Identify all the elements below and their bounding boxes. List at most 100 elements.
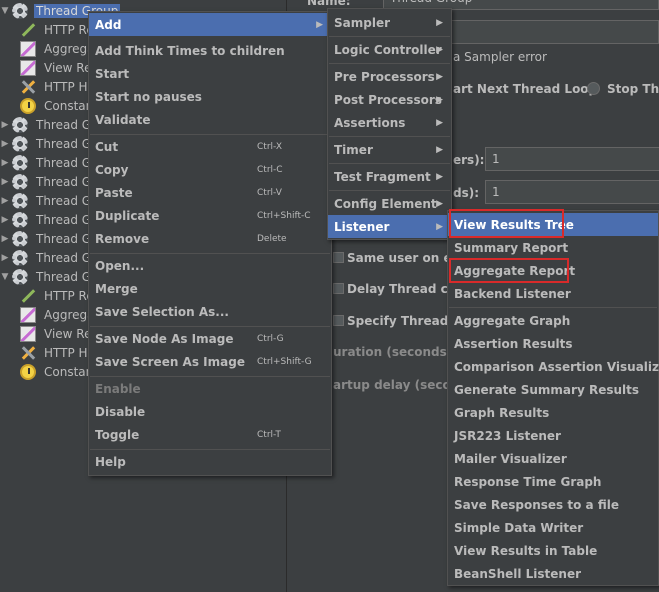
tree-item-thread-group[interactable]: ▶ Thread Gr (0, 172, 98, 191)
menu-item-beanshell-listener[interactable]: BeanShell Listener (448, 562, 658, 585)
menu-item-response-time-graph[interactable]: Response Time Graph (448, 470, 658, 493)
tree-item-thread-group[interactable]: ▶ Thread Gr (0, 191, 98, 210)
menu-item-mailer-visualizer[interactable]: Mailer Visualizer (448, 447, 658, 470)
menu-item-remove[interactable]: Remove Delete (89, 227, 331, 250)
tree-item-thread-group[interactable]: ▶ Thread Gr (0, 153, 98, 172)
menu-item-copy[interactable]: Copy Ctrl-C (89, 158, 331, 181)
menu-item-pre-processors[interactable]: Pre Processors ▶ (328, 65, 451, 88)
rampup-input[interactable]: 1 (485, 180, 659, 204)
menu-item-summary-report[interactable]: Summary Report (448, 236, 658, 259)
menu-item-toggle[interactable]: Toggle Ctrl-T (89, 423, 331, 446)
menu-item-comparison-assertion-visualizer[interactable]: Comparison Assertion Visualizer (448, 355, 659, 378)
menu-item-start-no-pauses[interactable]: Start no pauses (89, 85, 331, 108)
menu-item-assertions[interactable]: Assertions ▶ (328, 111, 451, 134)
graph-icon (20, 325, 36, 342)
menu-item-paste[interactable]: Paste Ctrl-V (89, 181, 331, 204)
tree-item-constant-timer[interactable]: Constan (20, 96, 95, 115)
menu-item-post-processors[interactable]: Post Processors ▶ (328, 88, 451, 111)
tree-item-thread-group[interactable]: ▶ Thread Gr (0, 210, 98, 229)
start-next-loop-option[interactable]: art Next Thread Loop (453, 82, 597, 96)
submenu-arrow-icon: ▶ (316, 19, 323, 30)
sampler-error-label: a Sampler error (453, 50, 547, 64)
menu-item-save-responses-to-file[interactable]: Save Responses to a file (448, 493, 658, 516)
tree-item-http-request[interactable]: HTTP Re (20, 20, 96, 39)
menu-item-assertion-results[interactable]: Assertion Results (448, 332, 658, 355)
menu-item-label: Save Selection As... (95, 304, 229, 319)
collapse-toggle-icon[interactable]: ▼ (0, 272, 10, 282)
tree-item-http-request[interactable]: HTTP Re (20, 286, 96, 305)
menu-item-label: Mailer Visualizer (454, 451, 567, 466)
menu-item-jsr223-listener[interactable]: JSR223 Listener (448, 424, 658, 447)
menu-item-view-results-in-table[interactable]: View Results in Table (448, 539, 658, 562)
menu-item-label: Aggregate Graph (454, 313, 571, 328)
menu-item-backend-listener[interactable]: Backend Listener (448, 282, 658, 305)
menu-item-validate[interactable]: Validate (89, 108, 331, 131)
menu-item-timer[interactable]: Timer ▶ (328, 138, 451, 161)
name-label: Name: (307, 0, 351, 8)
menu-item-config-element[interactable]: Config Element ▶ (328, 192, 451, 215)
menu-item-label: Post Processors (334, 92, 442, 107)
same-user-checkbox[interactable] (333, 252, 344, 263)
menu-item-enable: Enable (89, 377, 331, 400)
menu-item-save-selection-as[interactable]: Save Selection As... (89, 300, 331, 323)
tree-item-thread-group[interactable]: ▶ Thread Gr (0, 134, 98, 153)
stop-thread-radio[interactable] (587, 82, 600, 95)
menu-item-cut[interactable]: Cut Ctrl-X (89, 135, 331, 158)
expand-toggle-icon[interactable]: ▶ (0, 215, 10, 225)
expand-toggle-icon[interactable]: ▶ (0, 158, 10, 168)
expand-toggle-icon[interactable]: ▶ (0, 177, 10, 187)
menu-item-simple-data-writer[interactable]: Simple Data Writer (448, 516, 658, 539)
menu-item-listener[interactable]: Listener ▶ (328, 215, 451, 238)
shortcut-label: Ctrl+Shift-G (257, 356, 312, 367)
menu-item-logic-controller[interactable]: Logic Controller ▶ (328, 38, 451, 61)
tree-item-http-header[interactable]: HTTP He (20, 343, 97, 362)
tree-item-view-results[interactable]: View Re (20, 324, 93, 343)
tree-item-view-results[interactable]: View Re (20, 58, 93, 77)
stop-thread-option[interactable]: Stop Thre (607, 82, 659, 96)
menu-item-open[interactable]: Open... (89, 254, 331, 277)
threads-input[interactable]: 1 (485, 147, 659, 171)
menu-item-add[interactable]: Add ▶ (89, 13, 331, 36)
menu-item-generate-summary-results[interactable]: Generate Summary Results (448, 378, 658, 401)
add-submenu: Sampler ▶ Logic Controller ▶ Pre Process… (327, 8, 452, 240)
menu-item-start[interactable]: Start (89, 62, 331, 85)
shortcut-label: Ctrl-G (257, 333, 284, 344)
menu-item-disable[interactable]: Disable (89, 400, 331, 423)
menu-item-merge[interactable]: Merge (89, 277, 331, 300)
expand-toggle-icon[interactable]: ▶ (0, 253, 10, 263)
tree-item-constant-timer[interactable]: Constan (20, 362, 95, 381)
submenu-arrow-icon: ▶ (436, 117, 443, 128)
tree-item-thread-group[interactable]: ▼ Thread Gr (0, 267, 98, 286)
specify-lifetime-checkbox[interactable] (333, 315, 344, 326)
menu-item-label: Timer (334, 142, 373, 157)
timer-icon (20, 363, 36, 380)
expand-toggle-icon[interactable]: ▶ (0, 139, 10, 149)
menu-item-label: Logic Controller (334, 42, 442, 57)
tree-item-aggregate[interactable]: Aggrega (20, 39, 96, 58)
menu-item-label: Assertions (334, 115, 406, 130)
menu-item-test-fragment[interactable]: Test Fragment ▶ (328, 165, 451, 188)
tree-item-thread-group[interactable]: ▶ Thread Gr (0, 229, 98, 248)
menu-item-save-screen-as-image[interactable]: Save Screen As Image Ctrl+Shift-G (89, 350, 331, 373)
delay-thread-checkbox[interactable] (333, 283, 344, 294)
collapse-toggle-icon[interactable]: ▼ (0, 6, 10, 16)
menu-item-save-node-as-image[interactable]: Save Node As Image Ctrl-G (89, 327, 331, 350)
expand-toggle-icon[interactable]: ▶ (0, 234, 10, 244)
menu-item-help[interactable]: Help (89, 450, 331, 473)
menu-item-label: Paste (95, 185, 133, 200)
expand-toggle-icon[interactable]: ▶ (0, 196, 10, 206)
menu-item-sampler[interactable]: Sampler ▶ (328, 11, 451, 34)
menu-item-aggregate-graph[interactable]: Aggregate Graph (448, 309, 658, 332)
menu-item-graph-results[interactable]: Graph Results (448, 401, 658, 424)
menu-separator (329, 190, 450, 191)
tree-item-thread-group[interactable]: ▶ Thread Gr (0, 115, 98, 134)
tree-item-aggregate[interactable]: Aggrega (20, 305, 96, 324)
menu-item-duplicate[interactable]: Duplicate Ctrl+Shift-C (89, 204, 331, 227)
expand-toggle-icon[interactable]: ▶ (0, 120, 10, 130)
menu-item-label: Config Element (334, 196, 437, 211)
shortcut-label: Ctrl+Shift-C (257, 210, 311, 221)
menu-item-add-think-times[interactable]: Add Think Times to children (89, 39, 331, 62)
graph-icon (20, 40, 36, 57)
tree-item-http-header[interactable]: HTTP He (20, 77, 97, 96)
tree-item-thread-group[interactable]: ▶ Thread Gr (0, 248, 98, 267)
